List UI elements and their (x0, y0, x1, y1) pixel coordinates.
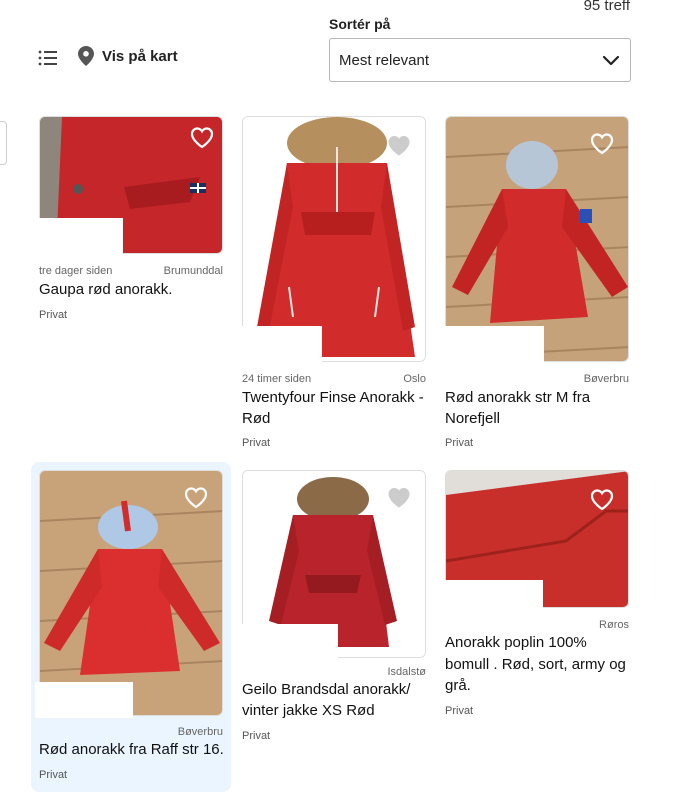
listing-location: Isdalstø (387, 666, 426, 678)
map-pin-icon (78, 46, 94, 66)
listing-title-line-1[interactable]: Rød anorakk str M fra (445, 387, 590, 408)
image-placeholder (234, 624, 338, 660)
listing-location: Oslo (403, 373, 426, 385)
listing-card[interactable]: tre dager siden Brumunddal Gaupa rød ano… (31, 108, 231, 328)
listing-time: tre dager siden (39, 265, 113, 277)
sort-select-value: Mest relevant (339, 51, 430, 69)
list-view-icon[interactable] (38, 49, 58, 67)
listing-title-line-2[interactable]: Norefjell (445, 408, 500, 429)
heart-icon[interactable] (387, 135, 411, 157)
listing-title-line-1[interactable]: Geilo Brandsdal anorakk/ (242, 679, 410, 700)
listing-title-line-1[interactable]: Anorakk poplin 100% (445, 632, 587, 653)
heart-icon[interactable] (387, 487, 411, 509)
heart-icon[interactable] (590, 489, 614, 511)
listing-title-line-2[interactable]: Rød (242, 408, 270, 429)
listing-seller-type: Privat (445, 705, 474, 717)
listing-card[interactable]: 24 timer siden Oslo Twentyfour Finse Ano… (234, 108, 434, 458)
sort-label: Sortér på (329, 16, 391, 32)
heart-icon[interactable] (184, 487, 208, 509)
listing-title-line-2[interactable]: vinter jakke XS Rød (242, 700, 375, 721)
sort-select[interactable]: Mest relevant (329, 38, 631, 82)
listing-seller-type: Privat (39, 309, 68, 321)
listing-seller-type: Privat (242, 437, 271, 449)
chevron-down-icon (602, 55, 620, 66)
hit-count: 95 treff (583, 0, 630, 14)
image-placeholder (31, 218, 123, 258)
show-on-map-link[interactable]: Vis på kart (78, 46, 178, 66)
map-link-label: Vis på kart (102, 47, 178, 65)
listing-location: Røros (599, 619, 629, 631)
image-placeholder (437, 326, 544, 364)
listing-card[interactable]: Bøverbru Rød anorakk fra Raff str 16. Pr… (31, 462, 231, 792)
listing-location: Bøverbru (177, 726, 223, 738)
heart-icon[interactable] (190, 127, 214, 149)
filter-panel-edge[interactable] (0, 121, 7, 165)
listing-title-line-3[interactable]: grå. (445, 675, 471, 696)
image-placeholder (234, 326, 322, 364)
listing-card[interactable]: Bøverbru Rød anorakk str M fra Norefjell… (437, 108, 637, 458)
listing-image (39, 470, 223, 716)
listing-location: Brumunddal (163, 265, 223, 277)
listing-card[interactable]: Isdalstø Geilo Brandsdal anorakk/ vinter… (234, 462, 434, 792)
listing-title-line-1[interactable]: Twentyfour Finse Anorakk - (242, 387, 424, 408)
listing-title[interactable]: Rød anorakk fra Raff str 16. (39, 739, 224, 760)
listing-title-line-2[interactable]: bomull . Rød, sort, army og (445, 654, 626, 675)
listing-location: Bøverbru (583, 373, 629, 385)
listing-seller-type: Privat (39, 769, 68, 781)
heart-icon[interactable] (590, 133, 614, 155)
listing-title[interactable]: Gaupa rød anorakk. (39, 279, 172, 300)
listing-seller-type: Privat (242, 730, 271, 742)
listing-time: 24 timer siden (242, 373, 312, 385)
image-placeholder (35, 682, 133, 718)
image-placeholder (437, 580, 543, 610)
listing-card[interactable]: Røros Anorakk poplin 100% bomull . Rød, … (437, 462, 637, 792)
listing-seller-type: Privat (445, 437, 474, 449)
